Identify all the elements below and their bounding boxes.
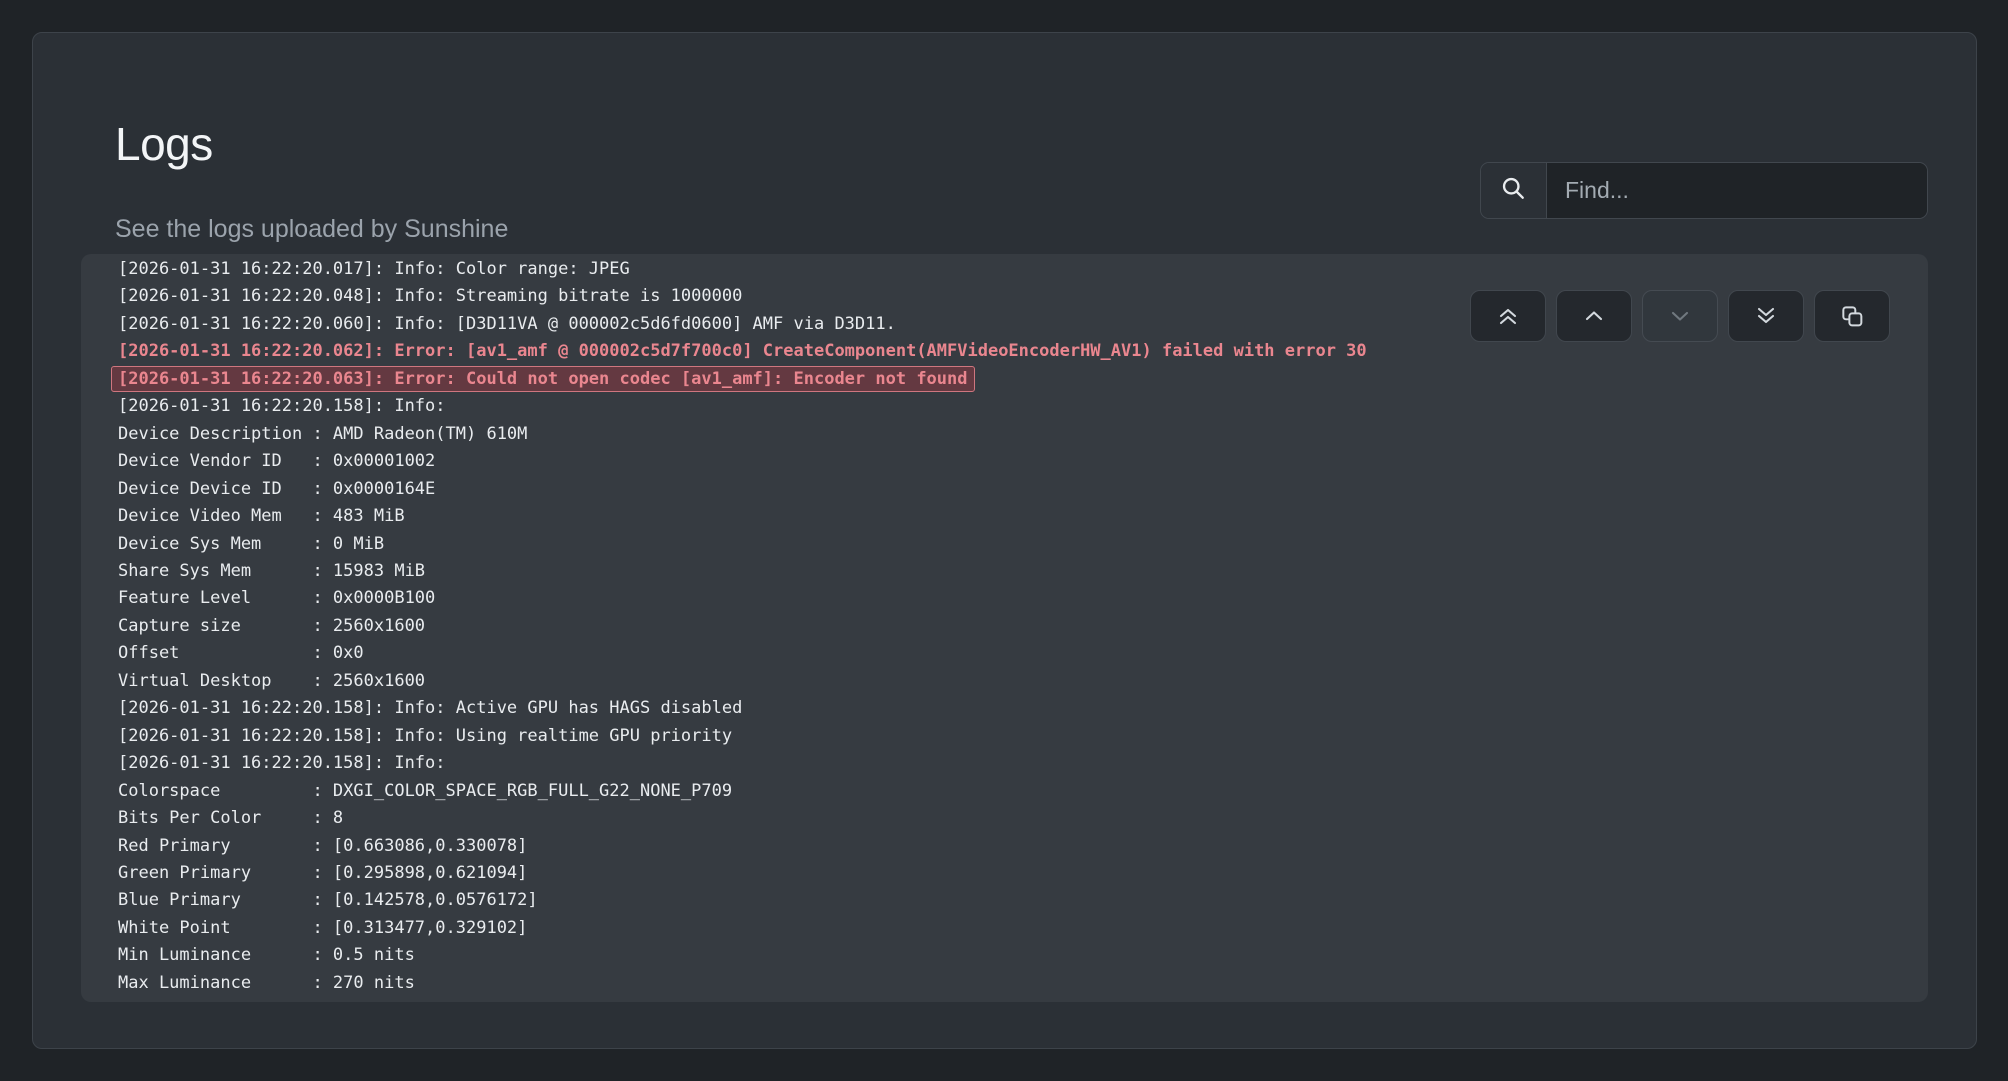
log-line: Green Primary : [0.295898,0.621094]: [118, 860, 1891, 887]
find-input-group: [1480, 162, 1928, 219]
page-subtitle: See the logs uploaded by Sunshine: [115, 215, 508, 244]
log-line: Device Description : AMD Radeon(TM) 610M: [118, 421, 1891, 448]
log-line: Min Luminance : 0.5 nits: [118, 942, 1891, 969]
log-line: Bits Per Color : 8: [118, 805, 1891, 832]
chevron-up-icon: [1582, 304, 1606, 328]
scroll-to-bottom-button[interactable]: [1728, 290, 1804, 342]
log-content: [2026-01-31 16:22:20.017]: Info: Color r…: [81, 254, 1928, 1002]
previous-match-button[interactable]: [1556, 290, 1632, 342]
copy-logs-button[interactable]: [1814, 290, 1890, 342]
log-viewer[interactable]: [2026-01-31 16:22:20.017]: Info: Color r…: [81, 254, 1928, 1002]
log-line: [2026-01-31 16:22:20.062]: Error: [av1_a…: [118, 338, 1891, 365]
log-line: Red Primary : [0.663086,0.330078]: [118, 833, 1891, 860]
log-line: Offset : 0x0: [118, 640, 1891, 667]
next-match-button: [1642, 290, 1718, 342]
log-line: Max Luminance : 270 nits: [118, 970, 1891, 997]
log-line: [2026-01-31 16:22:20.158]: Info:: [118, 750, 1891, 777]
search-icon: [1500, 175, 1527, 207]
logs-card: Logs See the logs uploaded by Sunshine […: [32, 32, 1977, 1049]
log-line: [2026-01-31 16:22:20.017]: Info: Color r…: [118, 256, 1891, 283]
log-line: Device Device ID : 0x0000164E: [118, 476, 1891, 503]
scroll-to-top-button[interactable]: [1470, 290, 1546, 342]
log-line: [2026-01-31 16:22:20.063]: Error: Could …: [118, 366, 1891, 393]
log-line: Virtual Desktop : 2560x1600: [118, 668, 1891, 695]
log-line: [2026-01-31 16:22:20.158]: Info:: [118, 393, 1891, 420]
log-line: Device Sys Mem : 0 MiB: [118, 531, 1891, 558]
log-line: Share Sys Mem : 15983 MiB: [118, 558, 1891, 585]
log-toolbar: [1470, 290, 1890, 342]
page-title: Logs: [115, 117, 213, 171]
log-line: White Point : [0.313477,0.329102]: [118, 915, 1891, 942]
log-line: [2026-01-31 16:22:20.158]: Info: Using r…: [118, 723, 1891, 750]
chevron-double-up-icon: [1496, 304, 1520, 328]
search-addon: [1481, 163, 1547, 218]
chevron-down-icon: [1668, 304, 1692, 328]
chevron-double-down-icon: [1754, 304, 1778, 328]
log-line: Colorspace : DXGI_COLOR_SPACE_RGB_FULL_G…: [118, 778, 1891, 805]
log-line: [2026-01-31 16:22:20.158]: Info: Active …: [118, 695, 1891, 722]
log-line: Blue Primary : [0.142578,0.0576172]: [118, 887, 1891, 914]
log-line: Capture size : 2560x1600: [118, 613, 1891, 640]
log-line: Feature Level : 0x0000B100: [118, 585, 1891, 612]
search-match-highlight: [2026-01-31 16:22:20.063]: Error: Could …: [111, 366, 975, 392]
copy-icon: [1840, 304, 1865, 329]
search-input[interactable]: [1547, 163, 1927, 218]
log-line: Device Vendor ID : 0x00001002: [118, 448, 1891, 475]
log-line: Device Video Mem : 483 MiB: [118, 503, 1891, 530]
